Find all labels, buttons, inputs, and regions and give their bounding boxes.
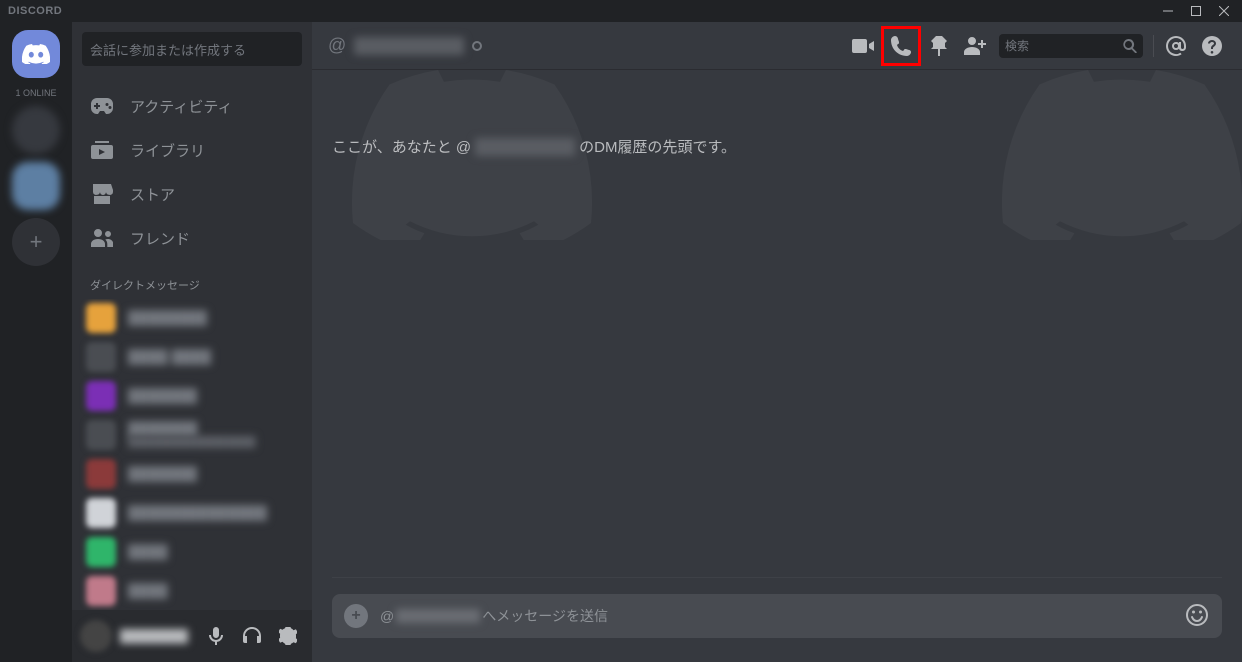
dm-name: ████████ xyxy=(128,310,207,326)
nav-label: ライブラリ xyxy=(130,140,205,161)
phone-icon xyxy=(891,36,911,56)
nav-activity[interactable]: アクティビティ xyxy=(80,85,304,127)
discord-clyde-icon xyxy=(22,44,50,64)
dm-avatar xyxy=(86,420,116,450)
divider-line xyxy=(332,577,1222,578)
close-button[interactable] xyxy=(1210,0,1238,22)
search-icon xyxy=(1123,39,1137,53)
pin-icon xyxy=(931,36,947,56)
close-icon xyxy=(1219,6,1229,16)
dm-item[interactable]: ████ xyxy=(80,534,304,571)
dm-avatar xyxy=(86,342,116,372)
dm-name: ███████ xyxy=(128,466,197,482)
dm-name: ██████████████ xyxy=(128,505,267,521)
dm-item[interactable]: ██████████████ xyxy=(80,495,304,532)
message-composer[interactable]: + @ へメッセージを送信 xyxy=(332,594,1222,638)
plus-icon: + xyxy=(351,607,360,625)
channel-username xyxy=(354,37,464,55)
dm-avatar xyxy=(86,303,116,333)
mute-button[interactable] xyxy=(200,620,232,652)
redacted-username xyxy=(396,609,480,623)
composer-placeholder: @ へメッセージを送信 xyxy=(380,606,608,626)
dm-section-header: ダイレクトメッセージ xyxy=(72,259,312,299)
dm-subtext: ██████████████████ xyxy=(128,437,256,448)
dm-item[interactable]: ███████ xyxy=(80,456,304,493)
add-server-button[interactable]: + xyxy=(12,218,60,266)
dm-avatar xyxy=(86,381,116,411)
dm-item[interactable]: █████████████████████████ xyxy=(80,416,304,453)
pin-button[interactable] xyxy=(921,28,957,64)
mentions-button[interactable] xyxy=(1158,28,1194,64)
emoji-icon xyxy=(1186,604,1208,626)
dm-avatar xyxy=(86,498,116,528)
server-rail: 1 ONLINE + xyxy=(0,22,72,662)
redacted-username xyxy=(475,138,575,156)
voice-call-button[interactable] xyxy=(881,26,921,66)
library-icon xyxy=(90,138,114,162)
settings-button[interactable] xyxy=(272,620,304,652)
dm-avatar xyxy=(86,576,116,606)
help-button[interactable] xyxy=(1194,28,1230,64)
self-username: ████████ xyxy=(120,629,192,643)
minimize-button[interactable] xyxy=(1154,0,1182,22)
channel-sidebar: 会話に参加または作成する アクティビティ ライブラリ ストア xyxy=(72,22,312,662)
dm-avatar xyxy=(86,459,116,489)
quick-switcher-input[interactable]: 会話に参加または作成する xyxy=(82,32,302,66)
plus-icon: + xyxy=(30,229,43,255)
chat-area: @ 検索 xyxy=(312,22,1242,662)
deafen-button[interactable] xyxy=(236,620,268,652)
dm-avatar xyxy=(86,537,116,567)
add-friend-button[interactable] xyxy=(957,28,993,64)
friends-icon xyxy=(90,226,114,250)
dm-name: ████ xyxy=(128,583,168,599)
headphones-icon xyxy=(243,627,261,645)
message-area: ここが、あなたと @ のDM履歴の先頭です。 xyxy=(312,70,1242,594)
gamepad-icon xyxy=(90,94,114,118)
attach-button[interactable]: + xyxy=(344,604,368,628)
watermark-icon xyxy=(1002,70,1242,240)
app-wordmark: DISCORD xyxy=(8,5,62,17)
at-symbol: @ xyxy=(328,35,346,56)
chat-header: @ 検索 xyxy=(312,22,1242,70)
maximize-button[interactable] xyxy=(1182,0,1210,22)
minimize-icon xyxy=(1163,6,1173,16)
quick-switcher-placeholder: 会話に参加または作成する xyxy=(90,40,246,59)
nav-library[interactable]: ライブラリ xyxy=(80,129,304,171)
server-item[interactable] xyxy=(12,162,60,210)
window-controls xyxy=(1154,0,1238,22)
at-icon xyxy=(1166,36,1186,56)
add-user-icon xyxy=(964,37,986,55)
titlebar: DISCORD xyxy=(0,0,1242,22)
video-call-button[interactable] xyxy=(845,28,881,64)
emoji-picker-button[interactable] xyxy=(1186,604,1210,628)
nav-store[interactable]: ストア xyxy=(80,173,304,215)
help-icon xyxy=(1202,36,1222,56)
video-icon xyxy=(852,39,874,53)
microphone-icon xyxy=(207,627,225,645)
online-count-label: 1 ONLINE xyxy=(15,88,56,98)
dm-name: ███████ xyxy=(128,421,256,437)
message-search-input[interactable]: 検索 xyxy=(999,34,1143,58)
nav-label: アクティビティ xyxy=(130,96,232,117)
server-item[interactable] xyxy=(12,106,60,154)
user-panel: ████████ xyxy=(72,610,312,662)
search-placeholder: 検索 xyxy=(1005,37,1029,54)
nav-friends[interactable]: フレンド xyxy=(80,217,304,259)
dm-name: ███████ xyxy=(128,388,197,404)
gear-icon xyxy=(279,627,297,645)
dm-name: ████ ████ xyxy=(128,349,211,365)
status-offline-icon xyxy=(472,41,482,51)
home-button[interactable] xyxy=(12,30,60,78)
maximize-icon xyxy=(1191,6,1201,16)
nav-label: ストア xyxy=(130,184,175,205)
self-avatar[interactable] xyxy=(80,620,112,652)
dm-name: ████ xyxy=(128,544,168,560)
store-icon xyxy=(90,182,114,206)
dm-item[interactable]: ████ xyxy=(80,573,304,610)
dm-item[interactable]: ███████ xyxy=(80,377,304,414)
dm-item[interactable]: ████████ xyxy=(80,299,304,336)
dm-item[interactable]: ████ ████ xyxy=(80,338,304,375)
nav-label: フレンド xyxy=(130,228,190,249)
